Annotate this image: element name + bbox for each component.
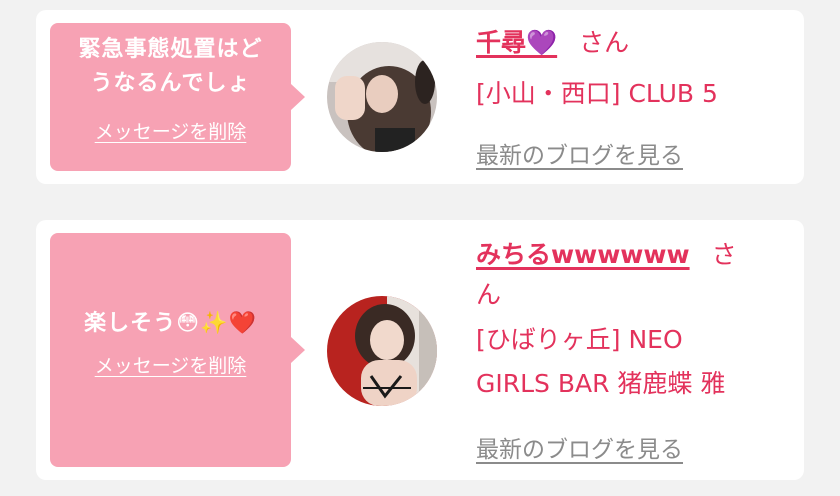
cast-info: みちるwwwwww さ ん [ひばりヶ丘] NEO GIRLS BAR 猪鹿蝶 雅 — [476, 238, 786, 406]
message-bubble: 楽しそう😳✨❤️ メッセージを削除 — [50, 233, 305, 467]
delete-message-link[interactable]: メッセージを削除 — [50, 351, 291, 378]
honorific-wrap: ん — [476, 280, 502, 309]
message-text: 楽しそう😳✨❤️ — [84, 311, 257, 336]
message-text-line2: うなるんでしょ — [90, 71, 251, 96]
message-card: 楽しそう😳✨❤️ メッセージを削除 みちるwwwwww さ ん [ひばりヶ丘] N… — [36, 220, 804, 480]
latest-blog-link[interactable]: 最新のブログを見る — [476, 136, 683, 170]
cast-name-link[interactable]: みちるwwwwww — [476, 240, 690, 269]
shop-name: [小山・西口] CLUB 5 — [476, 79, 718, 108]
honorific: さ — [711, 240, 737, 269]
cast-name-link[interactable]: 千尋💜 — [476, 28, 557, 57]
shop-name-line1: [ひばりヶ丘] NEO — [476, 325, 683, 354]
message-card: 緊急事態処置はど うなるんでしょ メッセージを削除 千尋💜 さん [小山・西口] … — [36, 10, 804, 184]
avatar[interactable] — [327, 296, 437, 406]
cast-info: 千尋💜 さん [小山・西口] CLUB 5 — [476, 26, 786, 116]
honorific: さん — [579, 28, 630, 57]
message-text-line1: 緊急事態処置はど — [78, 37, 263, 62]
message-bubble: 緊急事態処置はど うなるんでしょ メッセージを削除 — [50, 23, 305, 171]
delete-message-link[interactable]: メッセージを削除 — [50, 117, 291, 144]
avatar[interactable] — [327, 42, 437, 152]
message-text: 緊急事態処置はど うなるんでしょ — [50, 33, 291, 101]
shop-name-line2: GIRLS BAR 猪鹿蝶 雅 — [476, 369, 726, 398]
latest-blog-link[interactable]: 最新のブログを見る — [476, 430, 683, 464]
